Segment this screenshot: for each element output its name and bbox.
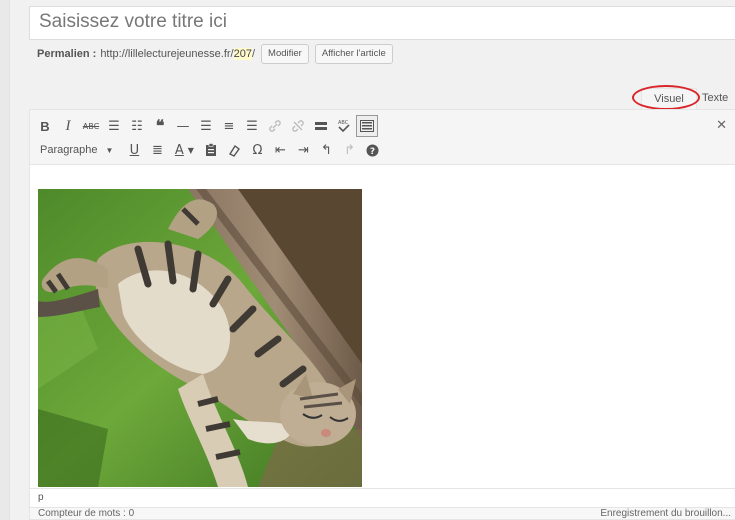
post-title-input[interactable]: Saisissez votre titre ici (29, 6, 735, 40)
editor-content[interactable] (30, 166, 735, 488)
permalink-url[interactable]: http://lillelecturejeunesse.fr/207/ (100, 48, 255, 60)
svg-text:?: ? (370, 146, 375, 156)
strikethrough-icon[interactable]: ABC (80, 115, 102, 137)
edit-permalink-button[interactable]: Modifier (261, 44, 309, 64)
align-center-icon[interactable]: ≡ (218, 115, 240, 137)
status-bar: Compteur de mots : 0 Enregistrement du b… (29, 507, 735, 520)
unlink-icon[interactable] (287, 115, 309, 137)
permalink-slug: 207 (233, 48, 252, 60)
tab-text[interactable]: Texte (702, 88, 728, 108)
italic-icon[interactable]: I (57, 115, 79, 137)
align-right-icon[interactable]: ☰ (241, 115, 263, 137)
redo-icon[interactable]: ↱ (338, 139, 360, 161)
clear-format-icon[interactable] (223, 139, 245, 161)
toolbar-row-2: Paragraphe ▼ U ≣ A ▼ Ω ⇤ ⇥ ↰ ↱ ? (34, 138, 384, 162)
view-post-button[interactable]: Afficher l'article (314, 44, 393, 64)
bullet-list-icon[interactable]: ☰ (103, 115, 125, 137)
fullscreen-icon[interactable]: ✕ (716, 118, 727, 133)
permalink-row: Permalien : http://lillelecturejeunesse.… (37, 44, 393, 64)
format-select[interactable]: Paragraphe ▼ (34, 140, 119, 160)
draft-status: Enregistrement du brouillon... (600, 508, 731, 519)
bold-icon[interactable]: B (34, 115, 56, 137)
indent-icon[interactable]: ⇥ (292, 139, 314, 161)
toolbar-row-1: B I ABC ☰ ☷ ❝ — ☰ ≡ ☰ ABC (34, 114, 379, 138)
align-left-icon[interactable]: ☰ (195, 115, 217, 137)
element-path[interactable]: p (30, 488, 735, 507)
editor-toolbar: B I ABC ☰ ☷ ❝ — ☰ ≡ ☰ ABC Paragraphe ▼ U… (30, 110, 735, 165)
editor-tabs: Visuel Texte (29, 84, 735, 110)
tab-visual[interactable]: Visuel (641, 88, 697, 109)
editor-container: B I ABC ☰ ☷ ❝ — ☰ ≡ ☰ ABC Paragraphe ▼ U… (29, 109, 735, 507)
read-more-icon[interactable] (310, 115, 332, 137)
text-color-icon[interactable]: A ▼ (169, 139, 199, 161)
chevron-down-icon: ▼ (105, 145, 114, 155)
word-count: Compteur de mots : 0 (38, 508, 135, 519)
permalink-label: Permalien : (37, 48, 97, 60)
help-icon[interactable]: ? (361, 139, 383, 161)
paste-text-icon[interactable] (200, 139, 222, 161)
toolbar-toggle-icon[interactable] (356, 115, 378, 137)
horizontal-rule-icon[interactable]: — (172, 115, 194, 137)
underline-icon[interactable]: U (123, 139, 145, 161)
svg-text:ABC: ABC (338, 120, 349, 126)
cat-photo[interactable] (38, 189, 362, 487)
outdent-icon[interactable]: ⇤ (269, 139, 291, 161)
numbered-list-icon[interactable]: ☷ (126, 115, 148, 137)
spellcheck-icon[interactable]: ABC (333, 115, 355, 137)
link-icon[interactable] (264, 115, 286, 137)
undo-icon[interactable]: ↰ (315, 139, 337, 161)
blockquote-icon[interactable]: ❝ (149, 115, 171, 137)
justify-icon[interactable]: ≣ (146, 139, 168, 161)
special-char-icon[interactable]: Ω (246, 139, 268, 161)
admin-sidebar-edge (0, 0, 10, 520)
